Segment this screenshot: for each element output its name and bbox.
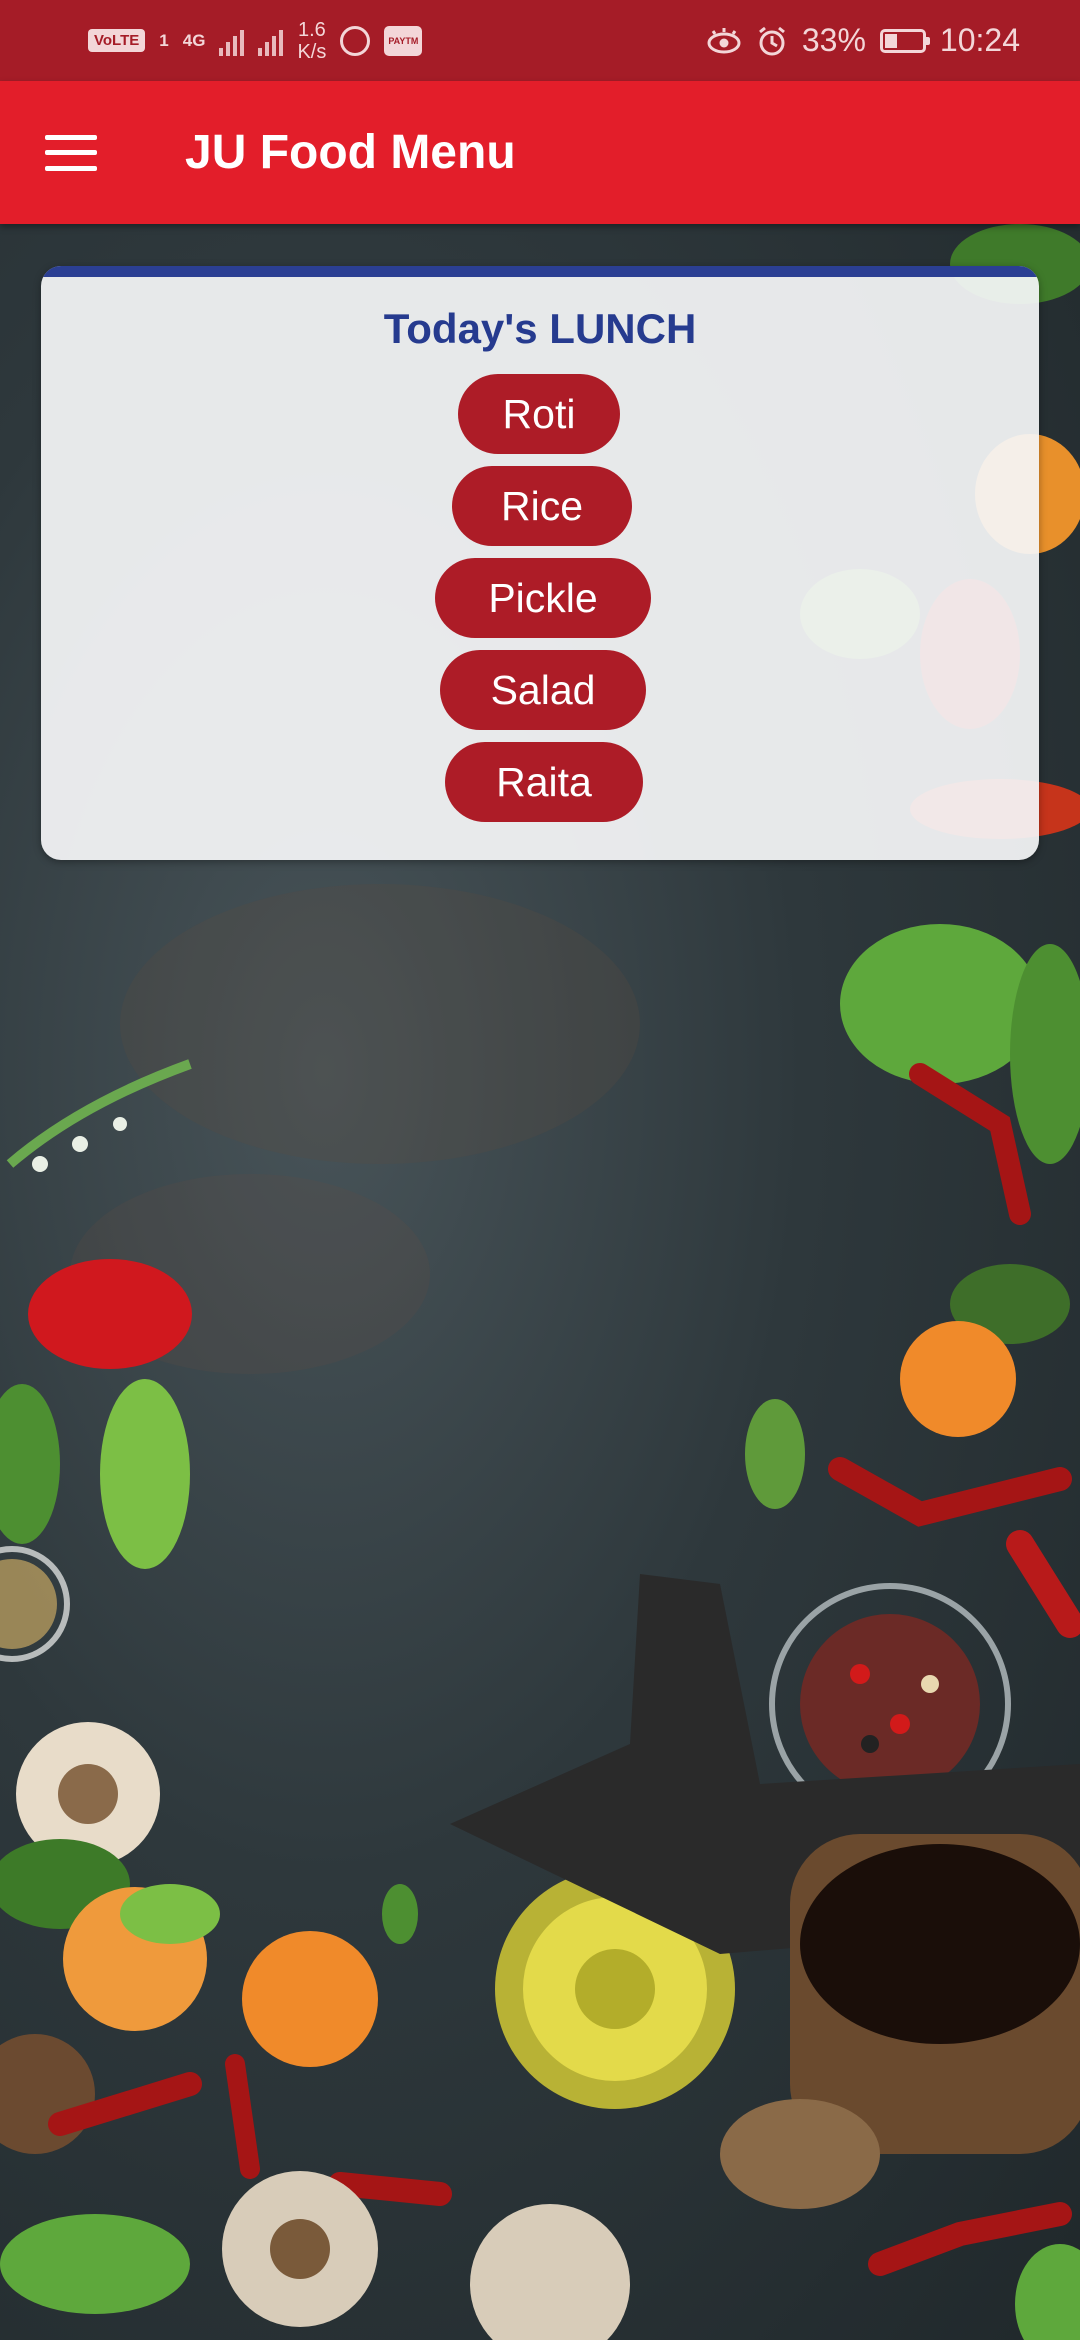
card-title: Today's LUNCH xyxy=(383,305,697,352)
network-type-label: 4G xyxy=(182,31,206,50)
paytm-icon: PAYTM xyxy=(384,25,423,56)
menu-item-raita: Raita xyxy=(445,742,643,822)
network-speed: 1.6 K/s xyxy=(297,19,326,63)
whatsapp-icon xyxy=(340,25,371,56)
menu-item-roti: Roti xyxy=(458,374,620,454)
lunch-menu-card: Today's LUNCH Roti Rice Pickle Salad Rai… xyxy=(41,266,1039,860)
signal-strength-2-icon xyxy=(258,26,284,56)
battery-percentage: 33% xyxy=(801,22,866,58)
app-bar: JU Food Menu xyxy=(0,81,1080,224)
signal-strength-icon xyxy=(219,26,245,56)
battery-icon xyxy=(879,28,930,53)
status-right-icons: 33% 10:24 xyxy=(706,22,1020,59)
app-title: JU Food Menu xyxy=(185,126,516,179)
menu-item-salad: Salad xyxy=(440,650,646,730)
alarm-icon xyxy=(758,26,785,55)
network-speed-value: 1.6 xyxy=(297,18,326,41)
eye-comfort-icon xyxy=(707,27,741,53)
network-speed-unit: K/s xyxy=(297,40,327,63)
menu-items-list: Roti Rice Pickle Salad Raita xyxy=(41,374,1039,834)
sim-label: 1 xyxy=(159,31,169,50)
status-left-icons: VoLTE 1 4G 1.6 K/s PAYTM xyxy=(88,19,423,63)
menu-item-rice: Rice xyxy=(452,466,632,546)
status-bar: VoLTE 1 4G 1.6 K/s PAYTM 33% 10:24 xyxy=(0,0,1080,81)
card-accent-bar xyxy=(41,266,1039,277)
clock: 10:24 xyxy=(939,22,1020,58)
hamburger-menu-icon[interactable] xyxy=(45,134,97,171)
menu-item-pickle: Pickle xyxy=(435,558,651,638)
volte-icon: VoLTE xyxy=(88,29,146,52)
